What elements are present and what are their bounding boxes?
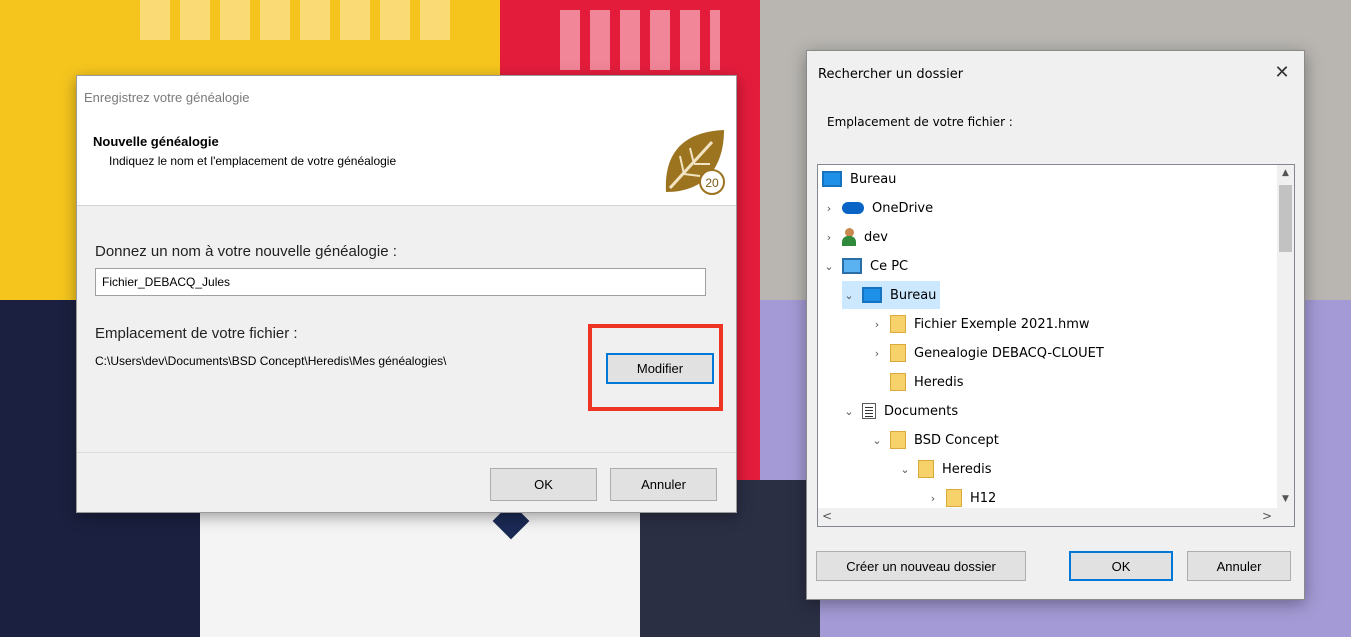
documents-icon xyxy=(862,403,876,419)
header-title: Nouvelle généalogie xyxy=(93,134,219,149)
dialog-titlebar: Enregistrez votre généalogie xyxy=(77,76,736,120)
chevron-down-icon[interactable]: ⌄ xyxy=(842,289,856,302)
folder-tree[interactable]: Bureau › OneDrive › dev ⌄ Ce PC ⌄ Bureau › Fichier… xyxy=(817,164,1295,527)
tree-item[interactable]: ⌄ Heredis xyxy=(898,455,991,483)
tree-item[interactable]: ⌄ Documents xyxy=(842,397,958,425)
tree-item-label: Heredis xyxy=(914,374,964,390)
desktop-icon xyxy=(822,171,842,187)
scroll-left-icon[interactable]: < xyxy=(822,509,832,523)
chevron-right-icon[interactable]: › xyxy=(870,318,884,331)
tree-item-label: H12 xyxy=(970,490,997,506)
chevron-right-icon[interactable]: › xyxy=(870,347,884,360)
file-location-path: C:\Users\dev\Documents\BSD Concept\Hered… xyxy=(95,354,447,368)
bg-pixel-squares xyxy=(140,0,460,40)
folder-icon xyxy=(918,460,934,478)
tree-item-label: Fichier Exemple 2021.hmw xyxy=(914,316,1090,332)
tree-item[interactable]: › Genealogie DEBACQ-CLOUET xyxy=(870,339,1104,367)
tree-item-label: OneDrive xyxy=(872,200,934,216)
tree-item-label: Bureau xyxy=(850,171,897,187)
genealogy-name-input[interactable] xyxy=(95,268,706,296)
genealogy-name-label: Donnez un nom à votre nouvelle généalogi… xyxy=(95,243,397,260)
cloud-icon xyxy=(842,202,864,214)
folder-icon xyxy=(946,489,962,507)
save-genealogy-dialog: Enregistrez votre généalogie Nouvelle gé… xyxy=(76,75,737,513)
tree-item-label: Documents xyxy=(884,403,959,419)
new-folder-button[interactable]: Créer un nouveau dossier xyxy=(816,551,1026,581)
browse-cancel-button[interactable]: Annuler xyxy=(1187,551,1291,581)
chevron-right-icon[interactable]: › xyxy=(822,202,836,215)
folder-icon xyxy=(890,344,906,362)
chevron-right-icon[interactable]: › xyxy=(926,492,940,505)
bg-white-panel xyxy=(200,500,660,637)
dialog-title: Enregistrez votre généalogie xyxy=(84,90,250,105)
bg-red-squares xyxy=(560,10,720,70)
logo-text: 20 xyxy=(705,176,719,190)
horizontal-scrollbar[interactable]: < > xyxy=(818,508,1294,526)
chevron-down-icon[interactable]: ⌄ xyxy=(842,405,856,418)
tree-item-label: BSD Concept xyxy=(914,432,999,448)
tree-item[interactable]: ⌄ BSD Concept xyxy=(870,426,999,454)
scroll-up-icon[interactable]: ▲ xyxy=(1277,165,1294,182)
header-subtitle: Indiquez le nom et l'emplacement de votr… xyxy=(109,154,397,168)
tree-item-label: dev xyxy=(864,229,888,245)
modify-location-button[interactable]: Modifier xyxy=(606,353,714,384)
heredis-logo-icon: 20 xyxy=(660,126,728,198)
computer-icon xyxy=(842,258,862,274)
cancel-button[interactable]: Annuler xyxy=(610,468,717,501)
browse-dialog-title: Rechercher un dossier xyxy=(818,67,964,82)
scroll-right-icon[interactable]: > xyxy=(1262,509,1272,523)
ok-button[interactable]: OK xyxy=(490,468,597,501)
chevron-down-icon[interactable]: ⌄ xyxy=(898,463,912,476)
tree-item[interactable]: ⌄ Bureau xyxy=(842,281,941,309)
dialog-header: Nouvelle généalogie Indiquez le nom et l… xyxy=(77,120,736,206)
browse-ok-button[interactable]: OK xyxy=(1069,551,1173,581)
user-icon xyxy=(842,228,856,246)
tree-item[interactable]: Bureau xyxy=(822,165,896,193)
tree-item[interactable]: Heredis xyxy=(870,368,963,396)
desktop-icon xyxy=(862,287,882,303)
tree-item-label: Heredis xyxy=(942,461,992,477)
scroll-thumb[interactable] xyxy=(1279,185,1292,252)
folder-icon xyxy=(890,373,906,391)
folder-icon xyxy=(890,315,906,333)
scroll-down-icon[interactable]: ▼ xyxy=(1277,491,1294,508)
browse-folder-dialog: Rechercher un dossier ✕ Emplacement de v… xyxy=(806,50,1305,600)
tree-item-label: Genealogie DEBACQ-CLOUET xyxy=(914,345,1104,361)
close-icon[interactable]: ✕ xyxy=(1270,61,1294,85)
tree-item[interactable]: › Fichier Exemple 2021.hmw xyxy=(870,310,1090,338)
tree-item[interactable]: › dev xyxy=(822,223,888,251)
chevron-down-icon[interactable]: ⌄ xyxy=(822,260,836,273)
file-location-label: Emplacement de votre fichier : xyxy=(95,325,298,342)
folder-icon xyxy=(890,431,906,449)
browse-prompt: Emplacement de votre fichier : xyxy=(827,115,1013,129)
tree-item[interactable]: ⌄ Ce PC xyxy=(822,252,908,280)
tree-item-label: Ce PC xyxy=(870,258,909,274)
vertical-scrollbar[interactable]: ▲ ▼ xyxy=(1277,165,1294,508)
tree-item-label: Bureau xyxy=(890,287,937,303)
chevron-down-icon[interactable]: ⌄ xyxy=(870,434,884,447)
tree-item[interactable]: › OneDrive xyxy=(822,194,933,222)
chevron-right-icon[interactable]: › xyxy=(822,231,836,244)
